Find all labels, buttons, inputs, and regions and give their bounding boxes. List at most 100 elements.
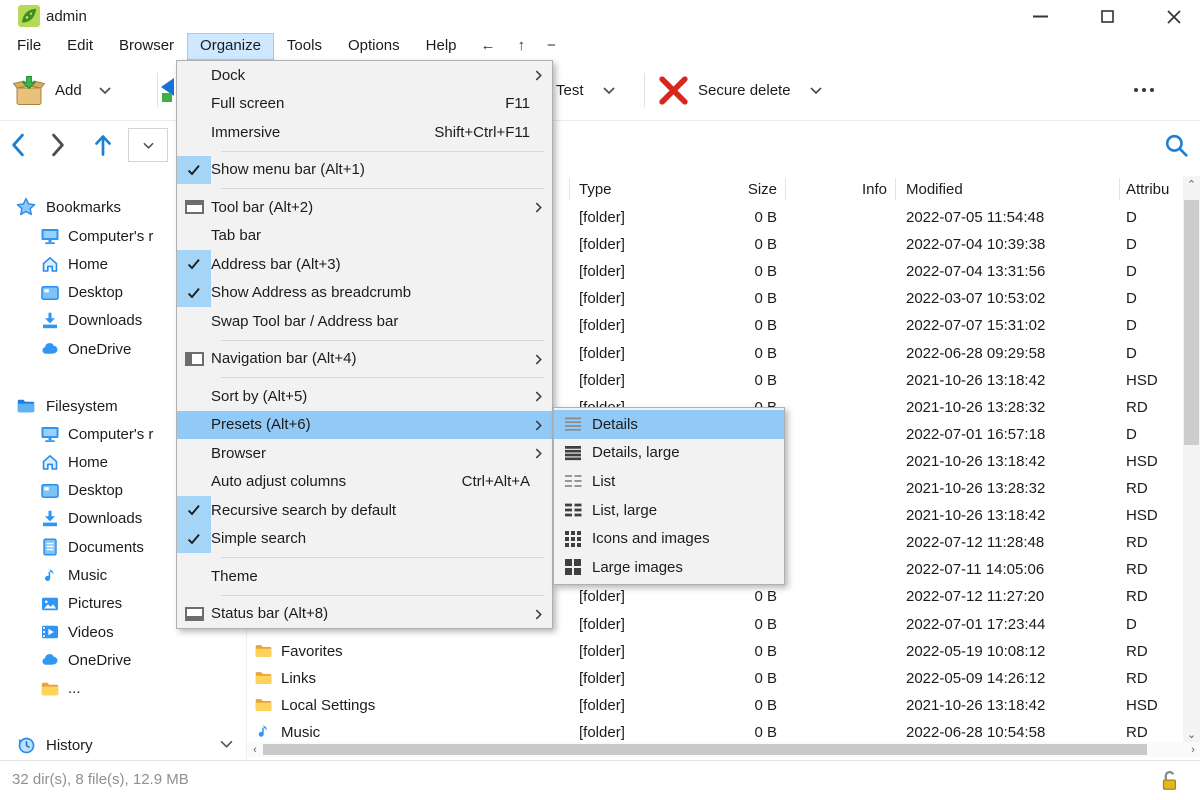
sidebar-scroll-down-icon[interactable] — [220, 740, 233, 748]
vertical-scrollbar-thumb[interactable] — [1184, 200, 1199, 445]
statusbar-preview-icon — [185, 607, 204, 621]
back-button[interactable] — [10, 133, 26, 157]
scroll-up-arrow[interactable]: ⌃ — [1183, 176, 1200, 192]
red-x-icon — [658, 75, 689, 106]
cell-modified: 2022-07-01 17:23:44 — [906, 611, 1116, 638]
menubar-item-help[interactable]: Help — [413, 33, 470, 60]
submenu-item-details-large[interactable]: Details, large — [554, 439, 784, 468]
menu-gutter — [177, 382, 211, 411]
scroll-left-arrow[interactable]: ‹ — [247, 742, 263, 757]
menubar-collapse-button[interactable]: − — [536, 33, 567, 60]
menu-item-status-bar-alt-8-[interactable]: Status bar (Alt+8) — [177, 600, 552, 629]
submenu-item-list-large[interactable]: List, large — [554, 496, 784, 525]
column-header-info[interactable]: Info — [792, 176, 887, 203]
cell-size: 0 B — [647, 665, 777, 692]
test-button[interactable]: Test — [556, 60, 615, 120]
column-separator — [895, 178, 896, 200]
menubar-item-organize[interactable]: Organize — [187, 33, 274, 60]
menu-item-label: Status bar (Alt+8) — [211, 605, 552, 622]
menubar-item-tools[interactable]: Tools — [274, 33, 335, 60]
sidebar-item-onedrive[interactable]: OneDrive — [0, 646, 246, 674]
submenu-item-large-images[interactable]: Large images — [554, 553, 784, 582]
cell-attr: RD — [1126, 529, 1182, 556]
search-icon[interactable] — [1163, 132, 1189, 158]
close-button[interactable] — [1150, 0, 1198, 33]
toolbar-separator — [157, 73, 158, 107]
sidebar-item--[interactable]: ... — [0, 675, 246, 703]
column-header-size[interactable]: Size — [647, 176, 777, 203]
cell-modified: 2022-07-01 16:57:18 — [906, 421, 1116, 448]
checkmark-icon — [177, 156, 211, 185]
menu-item-full-screen[interactable]: Full screenF11 — [177, 90, 552, 119]
sidebar-section-history[interactable]: History — [0, 731, 246, 759]
add-button[interactable]: Add — [12, 60, 111, 120]
menu-item-navigation-bar-alt-4-[interactable]: Navigation bar (Alt+4) — [177, 345, 552, 374]
column-header-attribu[interactable]: Attribu — [1126, 176, 1182, 203]
cell-attr: HSD — [1126, 448, 1182, 475]
sidebar-item-label: Home — [68, 454, 108, 471]
menu-item-theme[interactable]: Theme — [177, 562, 552, 591]
address-dropdown[interactable] — [128, 128, 168, 162]
test-dropdown-chevron-icon[interactable] — [603, 87, 615, 94]
cell-attr: D — [1126, 204, 1182, 231]
toolbar-overflow-button[interactable] — [1122, 60, 1166, 120]
list-icon — [554, 473, 592, 489]
cell-name: Favorites — [281, 638, 571, 665]
submenu-item-details[interactable]: Details — [554, 410, 784, 439]
menu-separator — [177, 336, 552, 345]
table-row[interactable]: Local Settings[folder]0 B2021-10-26 13:1… — [247, 692, 1183, 719]
menu-item-show-address-as-breadcrumb[interactable]: Show Address as breadcrumb — [177, 279, 552, 308]
menu-item-browser[interactable]: Browser — [177, 439, 552, 468]
minimize-button[interactable] — [1016, 0, 1064, 33]
menubar-item-edit[interactable]: Edit — [54, 33, 106, 60]
add-dropdown-chevron-icon[interactable] — [99, 87, 111, 94]
menu-item-presets-alt-6-[interactable]: Presets (Alt+6) — [177, 411, 552, 440]
cell-attr: RD — [1126, 665, 1182, 692]
submenu-item-icons-and-images[interactable]: Icons and images — [554, 524, 784, 553]
menu-item-dock[interactable]: Dock — [177, 61, 552, 90]
menu-item-swap-tool-bar-address-bar[interactable]: Swap Tool bar / Address bar — [177, 307, 552, 336]
menu-item-address-bar-alt-3-[interactable]: Address bar (Alt+3) — [177, 250, 552, 279]
cell-size: 0 B — [647, 611, 777, 638]
secure-delete-button[interactable]: Secure delete — [658, 60, 822, 120]
menu-item-label: Theme — [211, 568, 552, 585]
sidebar-item-label: ... — [68, 680, 81, 697]
column-header-modified[interactable]: Modified — [906, 176, 1116, 203]
cell-attr: D — [1126, 258, 1182, 285]
menubar-back-arrow-button[interactable]: ← — [470, 33, 507, 60]
sidebar-item-label: Pictures — [68, 595, 122, 612]
submenu-item-list[interactable]: List — [554, 467, 784, 496]
history-icon — [16, 735, 36, 755]
cell-modified: 2022-07-04 10:39:38 — [906, 231, 1116, 258]
submenu-arrow-icon — [535, 70, 542, 81]
forward-button[interactable] — [50, 133, 66, 157]
table-row[interactable]: Links[folder]0 B2022-05-09 14:26:12RD — [247, 665, 1183, 692]
unlock-icon[interactable] — [1158, 769, 1180, 793]
menu-gutter — [177, 118, 211, 147]
secure-delete-dropdown-chevron-icon[interactable] — [810, 87, 822, 94]
menu-item-recursive-search-by-default[interactable]: Recursive search by default — [177, 496, 552, 525]
menu-item-immersive[interactable]: ImmersiveShift+Ctrl+F11 — [177, 118, 552, 147]
menubar-item-options[interactable]: Options — [335, 33, 413, 60]
horizontal-scrollbar-thumb[interactable] — [263, 744, 1147, 755]
menu-item-auto-adjust-columns[interactable]: Auto adjust columnsCtrl+Alt+A — [177, 468, 552, 497]
menu-item-tool-bar-alt-2-[interactable]: Tool bar (Alt+2) — [177, 193, 552, 222]
table-row[interactable]: Favorites[folder]0 B2022-05-19 10:08:12R… — [247, 638, 1183, 665]
menu-item-label: Tab bar — [211, 227, 552, 244]
scroll-down-arrow[interactable]: ⌄ — [1183, 726, 1200, 742]
menu-item-tab-bar[interactable]: Tab bar — [177, 222, 552, 251]
menubar-up-arrow-button[interactable]: ↑ — [507, 33, 537, 60]
maximize-button[interactable] — [1083, 0, 1131, 33]
scroll-right-arrow[interactable]: › — [1185, 742, 1200, 757]
menubar-item-browser[interactable]: Browser — [106, 33, 187, 60]
horizontal-scrollbar[interactable]: ‹ › — [247, 742, 1200, 757]
menu-gutter — [177, 193, 211, 222]
menu-item-label: Show Address as breadcrumb — [211, 284, 552, 301]
menu-item-show-menu-bar-alt-1-[interactable]: Show menu bar (Alt+1) — [177, 156, 552, 185]
menu-item-simple-search[interactable]: Simple search — [177, 525, 552, 554]
vertical-scrollbar[interactable]: ⌃ ⌄ — [1183, 176, 1200, 742]
up-button[interactable] — [93, 133, 113, 157]
menubar-item-file[interactable]: File — [4, 33, 54, 60]
menu-item-sort-by-alt-5-[interactable]: Sort by (Alt+5) — [177, 382, 552, 411]
menu-item-label: Simple search — [211, 530, 552, 547]
